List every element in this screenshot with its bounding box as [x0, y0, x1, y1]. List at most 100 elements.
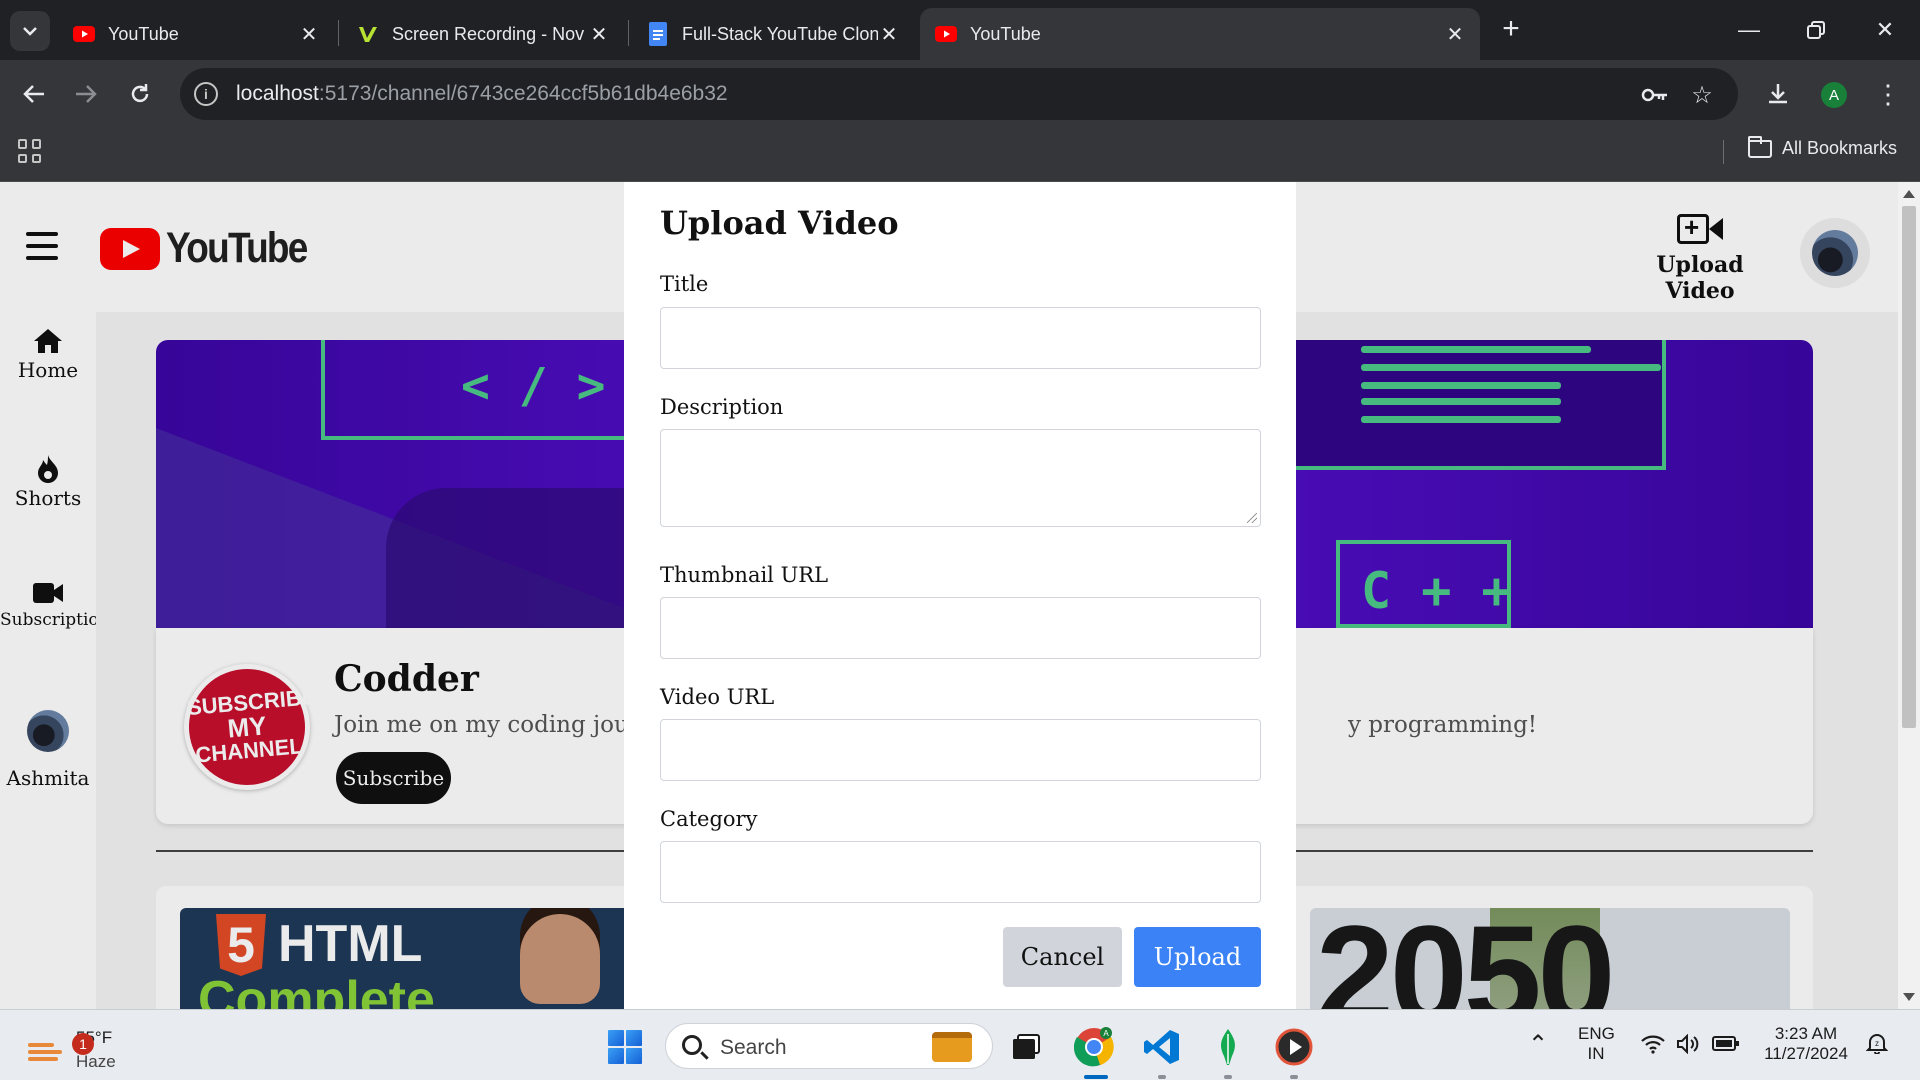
video-url-label: Video URL [660, 685, 775, 709]
running-app-indicator [1224, 1075, 1232, 1079]
close-icon[interactable]: ✕ [1444, 23, 1466, 46]
wifi-icon[interactable] [1640, 1034, 1666, 1060]
battery-icon[interactable] [1712, 1034, 1740, 1058]
tab-strip: YouTube ✕ Screen Recording - Nov 27, 202… [0, 0, 1920, 60]
bookmarks-separator [1723, 140, 1724, 164]
vimeo-icon [356, 22, 380, 46]
address-bar[interactable]: i localhost:5173/channel/6743ce264ccf5b6… [180, 68, 1738, 120]
title-input[interactable] [660, 307, 1261, 369]
clock-date: 11/27/2024 [1764, 1044, 1848, 1063]
region-code: IN [1587, 1044, 1605, 1063]
scrollbar-thumb[interactable] [1902, 206, 1916, 728]
task-view-icon[interactable] [1004, 1025, 1048, 1069]
page-viewport: YouTube Upload Video Home Shorts Subscri… [0, 182, 1920, 1009]
site-info-icon[interactable]: i [194, 82, 218, 106]
notification-badge: 1 [72, 1033, 94, 1055]
tab-title: Screen Recording - Nov 27, 2024 [392, 23, 588, 44]
docs-icon [646, 22, 670, 46]
close-icon[interactable]: ✕ [878, 23, 900, 46]
resize-handle-icon[interactable] [1247, 513, 1257, 523]
tab-docs[interactable]: Full-Stack YouTube Clone Project ✕ [632, 8, 914, 60]
bookmark-star-icon[interactable]: ☆ [1687, 80, 1717, 110]
mongodb-icon[interactable] [1206, 1025, 1250, 1069]
youtube-icon [934, 22, 958, 46]
arrow-right-icon [76, 85, 97, 103]
password-key-icon[interactable] [1640, 80, 1670, 110]
notifications-bell-icon[interactable]: z [1865, 1032, 1889, 1060]
profile-avatar[interactable]: A [1821, 82, 1847, 108]
weather-widget[interactable]: 1 55°F Haze [26, 1026, 116, 1074]
windows-start-icon[interactable] [608, 1030, 642, 1064]
tab-title: YouTube [108, 23, 179, 44]
running-app-indicator [1290, 1075, 1298, 1079]
youtube-icon [72, 22, 96, 46]
reload-button[interactable] [118, 72, 162, 116]
download-icon[interactable] [1756, 72, 1800, 116]
scroll-down-icon[interactable] [1903, 993, 1915, 1001]
language-code: ENG [1578, 1024, 1615, 1043]
url-text[interactable]: localhost:5173/channel/6743ce264ccf5b61d… [236, 82, 728, 106]
cancel-button[interactable]: Cancel [1003, 927, 1122, 987]
active-app-indicator [1084, 1075, 1108, 1079]
folder-icon [1748, 135, 1772, 158]
taskbar-search-label: Search [720, 1036, 787, 1059]
restore-button[interactable] [1789, 8, 1843, 52]
thumbnail-url-input[interactable] [660, 597, 1261, 659]
chevron-down-icon [23, 27, 37, 36]
tab-title: YouTube [970, 23, 1041, 44]
tab-search-button[interactable] [10, 11, 50, 51]
taskbar: 1 55°F Haze Search A ⌃ ENG IN 3:23 AM 11… [0, 1009, 1920, 1080]
modal-title: Upload Video [660, 204, 899, 242]
url-path: :5173/channel/6743ce264ccf5b61db4e6b32 [318, 82, 728, 105]
restore-icon [1807, 21, 1825, 39]
description-textarea[interactable] [660, 429, 1261, 527]
upload-video-modal: Upload Video Title Description Thumbnail… [624, 182, 1296, 1009]
new-tab-button[interactable]: + [1494, 12, 1528, 46]
close-icon[interactable]: ✕ [298, 23, 320, 46]
tab-separator [628, 20, 629, 46]
tab-youtube-active[interactable]: YouTube ✕ [920, 8, 1480, 60]
scroll-up-icon[interactable] [1903, 190, 1915, 198]
search-icon [682, 1035, 702, 1055]
category-input[interactable] [660, 841, 1261, 903]
volume-icon[interactable] [1676, 1033, 1702, 1060]
title-label: Title [660, 272, 709, 296]
language-indicator[interactable]: ENG IN [1578, 1024, 1615, 1064]
thumbnail-url-label: Thumbnail URL [660, 563, 829, 587]
upload-button[interactable]: Upload [1134, 927, 1261, 987]
category-label: Category [660, 807, 758, 831]
taskbar-search[interactable]: Search [665, 1023, 993, 1069]
haze-weather-icon [26, 1035, 64, 1065]
page-scrollbar[interactable] [1898, 182, 1920, 1009]
description-label: Description [660, 395, 784, 419]
close-window-button[interactable]: ✕ [1858, 8, 1912, 52]
running-app-indicator [1158, 1075, 1166, 1079]
clock-time: 3:23 AM [1774, 1024, 1838, 1043]
vscode-icon[interactable] [1140, 1025, 1184, 1069]
media-player-icon[interactable] [1272, 1025, 1316, 1069]
apps-grid-icon[interactable] [18, 139, 42, 163]
browser-toolbar: i localhost:5173/channel/6743ce264ccf5b6… [0, 60, 1920, 128]
tab-separator [338, 20, 339, 46]
briefcase-icon [932, 1032, 972, 1062]
url-host: localhost [236, 82, 319, 105]
svg-text:A: A [1103, 1029, 1109, 1038]
minimize-button[interactable]: — [1722, 8, 1776, 52]
kebab-menu-icon[interactable]: ⋮ [1866, 72, 1910, 116]
chrome-icon[interactable]: A [1072, 1025, 1116, 1069]
close-icon[interactable]: ✕ [588, 23, 610, 46]
tab-youtube-1[interactable]: YouTube ✕ [58, 8, 334, 60]
forward-button[interactable] [64, 72, 108, 116]
chevron-up-icon[interactable]: ⌃ [1528, 1030, 1548, 1059]
svg-text:z: z [1875, 1039, 1879, 1048]
all-bookmarks-label: All Bookmarks [1782, 138, 1898, 158]
video-url-input[interactable] [660, 719, 1261, 781]
clock[interactable]: 3:23 AM 11/27/2024 [1756, 1024, 1856, 1064]
arrow-left-icon [23, 85, 44, 103]
tab-screen-recording[interactable]: Screen Recording - Nov 27, 2024 ✕ [342, 8, 624, 60]
bookmarks-bar [0, 128, 1920, 182]
tab-title: Full-Stack YouTube Clone Project [682, 23, 878, 44]
back-button[interactable] [12, 72, 56, 116]
all-bookmarks-button[interactable]: All Bookmarks [1748, 135, 1898, 159]
reload-icon [131, 84, 149, 103]
